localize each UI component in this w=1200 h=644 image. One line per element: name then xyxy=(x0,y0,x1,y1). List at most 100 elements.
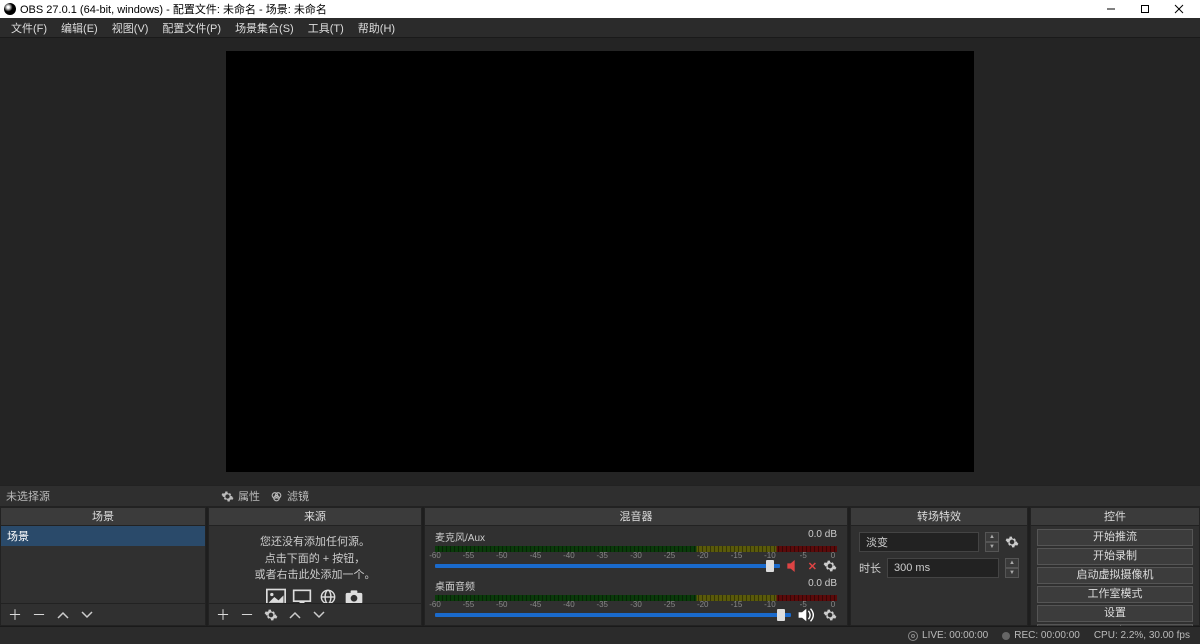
preview-area xyxy=(0,38,1200,485)
scene-down-button[interactable] xyxy=(79,607,95,623)
docks-row: 场景 场景 ＋ － 来源 您还没有添加任何源。 点击下面的 + 按钮， 或者右击… xyxy=(0,507,1200,626)
add-scene-button[interactable]: ＋ xyxy=(7,607,23,623)
menu-profile[interactable]: 配置文件(P) xyxy=(155,18,228,38)
scenes-header[interactable]: 场景 xyxy=(1,508,205,526)
filters-label: 滤镜 xyxy=(287,488,309,504)
properties-button[interactable]: 属性 xyxy=(221,488,260,504)
obs-logo-icon xyxy=(4,3,16,15)
status-rec: REC: 00:00:00 xyxy=(1002,630,1080,641)
transitions-dock: 转场特效 淡变 ▲▼ 时长 300 ms ▲▼ xyxy=(850,507,1028,626)
status-live: LIVE: 00:00:00 xyxy=(908,630,988,641)
studio-mode-button[interactable]: 工作室模式 xyxy=(1037,586,1193,603)
source-toolbar: 未选择源 属性 滤镜 xyxy=(0,485,1200,507)
chevron-up-icon xyxy=(289,611,301,619)
menu-file[interactable]: 文件(F) xyxy=(4,18,54,38)
mixer-channel-name: 麦克风/Aux xyxy=(435,529,485,544)
sources-header[interactable]: 来源 xyxy=(209,508,421,526)
speaker-muted-icon[interactable] xyxy=(786,559,802,573)
broadcast-icon xyxy=(908,631,918,641)
gear-icon[interactable] xyxy=(823,559,837,573)
source-settings-button[interactable] xyxy=(263,607,279,623)
chevron-down-icon xyxy=(313,611,325,619)
filter-icon xyxy=(270,490,283,503)
source-down-button[interactable] xyxy=(311,607,327,623)
status-cpu: CPU: 2.2%, 30.00 fps xyxy=(1094,630,1190,641)
mixer-dock: 混音器 麦克风/Aux 0.0 dB -60-55-50-45-40-35-30… xyxy=(424,507,848,626)
add-source-button[interactable]: ＋ xyxy=(215,607,231,623)
gear-icon xyxy=(221,490,234,503)
display-source-icon xyxy=(292,588,312,604)
menu-scene-collection[interactable]: 场景集合(S) xyxy=(228,18,301,38)
sources-empty-line3: 或者右击此处添加一个。 xyxy=(215,567,415,584)
chevron-down-icon: ▼ xyxy=(985,542,999,552)
window-title-bar: OBS 27.0.1 (64-bit, windows) - 配置文件: 未命名… xyxy=(0,0,1200,18)
gear-icon[interactable] xyxy=(1005,535,1019,549)
sources-dock: 来源 您还没有添加任何源。 点击下面的 + 按钮， 或者右击此处添加一个。 ＋ … xyxy=(208,507,422,626)
scenes-dock: 场景 场景 ＋ － xyxy=(0,507,206,626)
scenes-footer: ＋ － xyxy=(1,603,205,625)
globe-source-icon xyxy=(318,588,338,604)
sources-list[interactable]: 您还没有添加任何源。 点击下面的 + 按钮， 或者右击此处添加一个。 xyxy=(209,526,421,603)
duration-spinner[interactable]: ▲▼ xyxy=(1005,558,1019,578)
chevron-up-icon: ▲ xyxy=(985,532,999,542)
start-recording-button[interactable]: 开始录制 xyxy=(1037,548,1193,565)
mixer-body: 麦克风/Aux 0.0 dB -60-55-50-45-40-35-30-25-… xyxy=(425,526,847,625)
gear-icon xyxy=(264,608,278,622)
remove-scene-button[interactable]: － xyxy=(31,607,47,623)
maximize-button[interactable] xyxy=(1128,0,1162,18)
camera-source-icon xyxy=(344,588,364,604)
transition-spinner[interactable]: ▲▼ xyxy=(985,532,999,552)
speaker-icon[interactable] xyxy=(797,608,817,622)
mute-x-icon: ✕ xyxy=(808,560,817,573)
mixer-channel-name: 桌面音频 xyxy=(435,578,475,593)
settings-button[interactable]: 设置 xyxy=(1037,605,1193,622)
close-button[interactable] xyxy=(1162,0,1196,18)
mixer-channel-mic: 麦克风/Aux 0.0 dB -60-55-50-45-40-35-30-25-… xyxy=(425,526,847,575)
status-rec-text: REC: 00:00:00 xyxy=(1014,630,1080,641)
mixer-volume-slider[interactable] xyxy=(435,613,791,617)
mixer-header[interactable]: 混音器 xyxy=(425,508,847,526)
start-virtual-cam-button[interactable]: 启动虚拟摄像机 xyxy=(1037,567,1193,584)
sources-empty-message: 您还没有添加任何源。 点击下面的 + 按钮， 或者右击此处添加一个。 xyxy=(209,526,421,603)
status-bar: LIVE: 00:00:00 REC: 00:00:00 CPU: 2.2%, … xyxy=(0,626,1200,644)
sources-empty-line1: 您还没有添加任何源。 xyxy=(215,534,415,551)
mixer-volume-slider[interactable] xyxy=(435,564,780,568)
transition-select[interactable]: 淡变 xyxy=(859,532,979,552)
duration-label: 时长 xyxy=(859,560,881,576)
minimize-button[interactable] xyxy=(1094,0,1128,18)
scene-item[interactable]: 场景 xyxy=(1,526,205,546)
controls-header[interactable]: 控件 xyxy=(1031,508,1199,526)
window-title: OBS 27.0.1 (64-bit, windows) - 配置文件: 未命名… xyxy=(20,1,1094,17)
gear-icon[interactable] xyxy=(823,608,837,622)
mixer-scale: -60-55-50-45-40-35-30-25-20-15-10-50 xyxy=(435,552,837,558)
preview-canvas[interactable] xyxy=(226,51,974,472)
menu-help[interactable]: 帮助(H) xyxy=(351,18,402,38)
remove-source-button[interactable]: － xyxy=(239,607,255,623)
menu-tools[interactable]: 工具(T) xyxy=(301,18,351,38)
chevron-down-icon xyxy=(81,611,93,619)
scene-up-button[interactable] xyxy=(55,607,71,623)
mixer-channel-desktop: 桌面音频 0.0 dB -60-55-50-45-40-35-30-25-20-… xyxy=(425,575,847,624)
chevron-up-icon: ▲ xyxy=(1005,558,1019,568)
menu-edit[interactable]: 编辑(E) xyxy=(54,18,105,38)
mixer-scale: -60-55-50-45-40-35-30-25-20-15-10-50 xyxy=(435,601,837,607)
chevron-down-icon: ▼ xyxy=(1005,568,1019,578)
properties-label: 属性 xyxy=(238,488,260,504)
source-up-button[interactable] xyxy=(287,607,303,623)
no-source-label: 未选择源 xyxy=(6,488,211,504)
start-streaming-button[interactable]: 开始推流 xyxy=(1037,529,1193,546)
mixer-channel-level: 0.0 dB xyxy=(808,578,837,593)
transitions-header[interactable]: 转场特效 xyxy=(851,508,1027,526)
window-controls xyxy=(1094,0,1196,18)
image-source-icon xyxy=(266,588,286,604)
transition-selected: 淡变 xyxy=(866,534,888,550)
scenes-list[interactable]: 场景 xyxy=(1,526,205,603)
sources-footer: ＋ － xyxy=(209,603,421,625)
mixer-channel-level: 0.0 dB xyxy=(808,529,837,544)
chevron-up-icon xyxy=(57,611,69,619)
filters-button[interactable]: 滤镜 xyxy=(270,488,309,504)
menu-bar: 文件(F) 编辑(E) 视图(V) 配置文件(P) 场景集合(S) 工具(T) … xyxy=(0,18,1200,38)
duration-input[interactable]: 300 ms xyxy=(887,558,999,578)
menu-view[interactable]: 视图(V) xyxy=(105,18,156,38)
record-dot-icon xyxy=(1002,632,1010,640)
